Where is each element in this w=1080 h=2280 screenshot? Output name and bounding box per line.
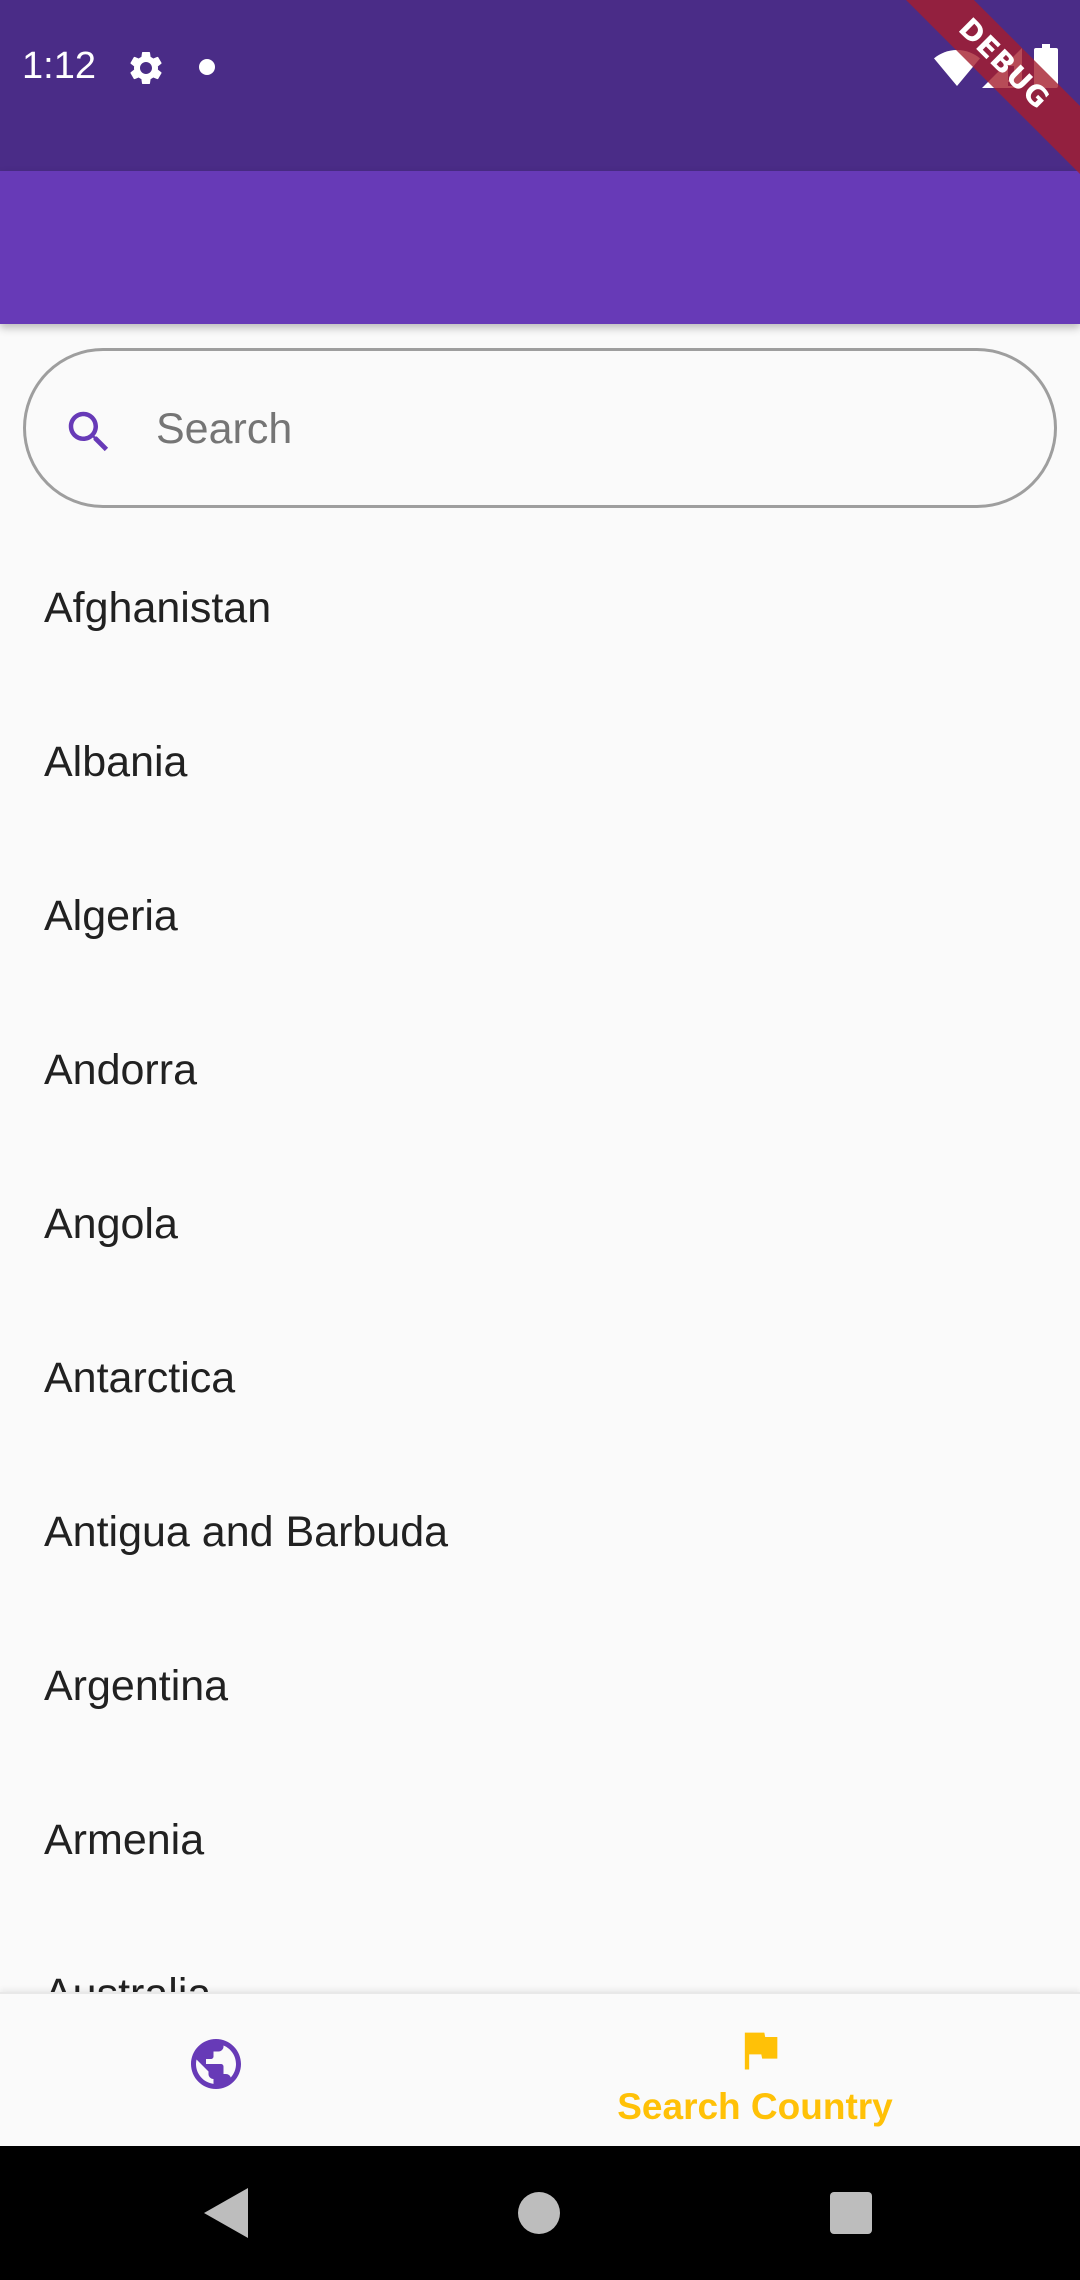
list-item-label: Albania [44,738,188,786]
search-icon [68,411,109,452]
search-box[interactable] [23,348,1057,508]
search-input[interactable] [154,381,1014,477]
flag-icon [744,2032,778,2070]
list-item-label: Antigua and Barbuda [44,1508,449,1556]
nav-item-search-country[interactable]: Search Country [540,1994,1080,2148]
screen: 1:12 DEBUG Afghanistan A [0,0,1080,2280]
app-bar [0,171,1080,324]
list-item[interactable]: Afghanistan [0,530,1080,684]
list-item-label: Armenia [44,1816,205,1864]
nav-item-world[interactable] [0,1994,540,2148]
list-item[interactable]: Andorra [0,992,1080,1146]
nav-label-search-country: Search Country [617,2086,893,2127]
list-item[interactable]: Australia [0,1916,1080,1992]
recents-icon[interactable] [830,2192,872,2234]
list-item-label: Afghanistan [44,584,272,632]
list-item-label: Andorra [44,1046,197,1094]
status-bar: 1:12 [0,0,1080,171]
list-item-label: Angola [44,1200,178,1248]
list-item-label: Argentina [44,1662,229,1710]
back-icon[interactable] [204,2188,248,2238]
list-item-label: Australia [44,1966,211,1992]
list-item-label: Algeria [44,892,178,940]
list-item[interactable]: Algeria [0,838,1080,992]
list-item[interactable]: Albania [0,684,1080,838]
list-item-label: Antarctica [44,1354,236,1402]
globe-icon [191,2039,241,2089]
country-list[interactable]: Afghanistan Albania Algeria Andorra Ango… [0,530,1080,1992]
bottom-nav: Search Country [0,1992,1080,2146]
status-time: 1:12 [22,45,96,87]
home-icon[interactable] [518,2192,560,2234]
list-item[interactable]: Angola [0,1146,1080,1300]
list-item[interactable]: Antigua and Barbuda [0,1454,1080,1608]
list-item[interactable]: Argentina [0,1608,1080,1762]
notification-dot-icon [199,59,215,75]
list-item[interactable]: Armenia [0,1762,1080,1916]
gear-icon [130,52,162,84]
system-nav-bar [0,2146,1080,2280]
list-item[interactable]: Antarctica [0,1300,1080,1454]
